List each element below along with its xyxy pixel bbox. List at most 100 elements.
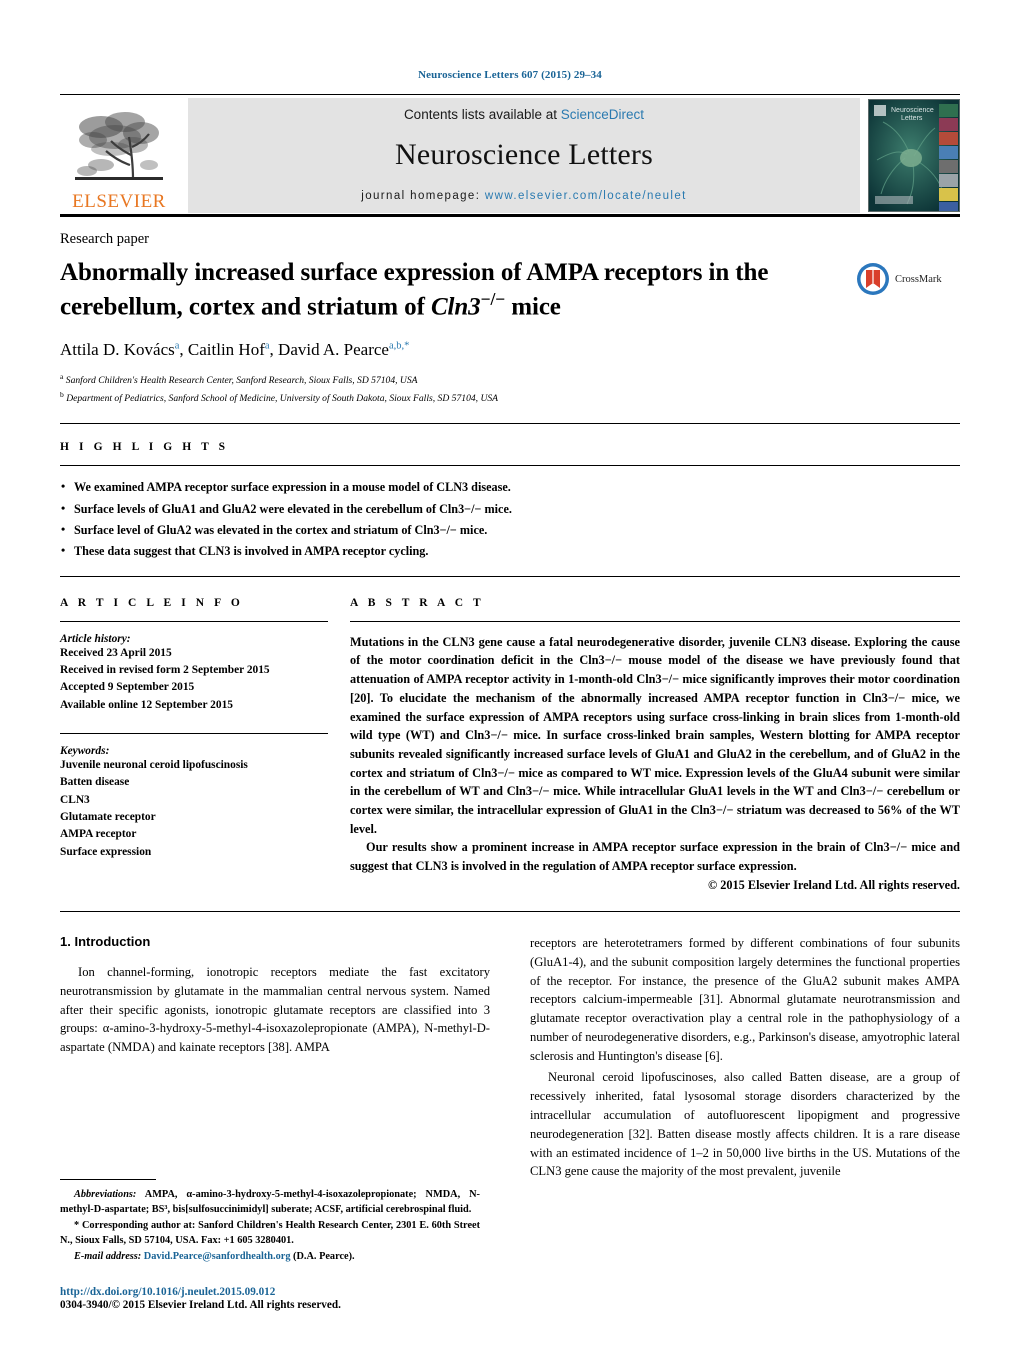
keywords-block: Keywords: Juvenile neuronal ceroid lipof…	[60, 733, 328, 861]
title-line-2-prefix: cerebellum, cortex and striatum of	[60, 292, 431, 320]
homepage-prefix: journal homepage:	[361, 190, 485, 202]
intro-paragraph-left: Ion channel-forming, ionotropic receptor…	[60, 964, 490, 1055]
affiliation-text-a: Sanford Children's Health Research Cente…	[65, 375, 418, 387]
copyright-line: © 2015 Elsevier Ireland Ltd. All rights …	[707, 877, 960, 892]
abbreviations-label: Abbreviations:	[74, 1188, 137, 1200]
email-link[interactable]: David.Pearce@sanfordhealth.org	[144, 1251, 291, 1262]
author-name-3: David A. Pearce	[278, 340, 389, 360]
article-first-page: Neuroscience Letters 607 (2015) 29–34 EL…	[0, 0, 1020, 1351]
contents-prefix: Contents lists available at	[403, 107, 561, 122]
elsevier-logo: ELSEVIER	[60, 98, 178, 213]
doi-issn-block: http://dx.doi.org/10.1016/j.neulet.2015.…	[60, 1286, 560, 1311]
keyword-item: Batten disease	[60, 776, 130, 789]
article-header-rule	[60, 423, 960, 425]
author-name-2: Caitlin Hof	[187, 340, 265, 360]
affiliation-text-b: Department of Pediatrics, Sanford School…	[66, 393, 499, 405]
email-suffix: (D.A. Pearce).	[293, 1250, 355, 1262]
title-row: Abnormally increased surface expression …	[60, 248, 960, 322]
journal-masthead: ELSEVIER Contents lists available at Sci…	[60, 98, 960, 213]
affiliation-marker-b: b	[60, 390, 64, 400]
page-title: Abnormally increased surface expression …	[60, 258, 840, 322]
keyword-item: AMPA receptor	[60, 828, 137, 841]
svg-text:Neuroscience: Neuroscience	[891, 107, 934, 114]
info-abstract-region: A R T I C L E I N F O Article history: R…	[60, 597, 960, 893]
history-item: Accepted 9 September 2015	[60, 681, 195, 694]
keywords-rule	[60, 733, 328, 735]
article-history-label: Article history:	[60, 632, 131, 645]
title-genotype-superscript: −/−	[480, 288, 506, 309]
section-heading-introduction: 1. Introduction	[60, 933, 151, 949]
list-item: We examined AMPA receptor surface expres…	[60, 476, 960, 498]
body-column-right: receptors are heterotetramers formed by …	[530, 934, 960, 1184]
abstract-paragraph-1: Mutations in the CLN3 gene cause a fatal…	[350, 634, 960, 836]
history-item: Received in revised form 2 September 201…	[60, 664, 270, 677]
list-item: These data suggest that CLN3 is involved…	[60, 540, 960, 562]
affiliation-marker-a: a	[60, 372, 64, 382]
keywords-label: Keywords:	[60, 745, 110, 758]
cover-artwork: Neuroscience Letters	[869, 100, 959, 211]
footnote-rule	[60, 1178, 156, 1180]
email-label: E-mail address:	[74, 1250, 142, 1262]
body-columns: 1. Introduction Ion channel-forming, ion…	[60, 934, 960, 1184]
keyword-item: Surface expression	[60, 845, 152, 858]
keyword-item: CLN3	[60, 793, 90, 806]
highlights-list: We examined AMPA receptor surface expres…	[60, 476, 960, 562]
author-name-1: Attila D. Kovács	[60, 340, 175, 360]
keyword-item: Glutamate receptor	[60, 811, 156, 824]
affiliation-list: a Sanford Children's Health Research Cen…	[60, 371, 960, 407]
sciencedirect-link[interactable]: ScienceDirect	[561, 107, 644, 122]
footnote-abbreviations: Abbreviations: AMPA, α-amino-3-hydroxy-5…	[60, 1187, 480, 1217]
footnote-block: Abbreviations: AMPA, α-amino-3-hydroxy-5…	[60, 1178, 480, 1265]
journal-homepage-line: journal homepage: www.elsevier.com/locat…	[361, 190, 686, 202]
abstract-bottom-rule	[60, 910, 960, 912]
homepage-url[interactable]: www.elsevier.com/locate/neulet	[485, 190, 687, 202]
intro-paragraph-right-2: Neuronal ceroid lipofuscinoses, also cal…	[530, 1069, 960, 1179]
history-item: Available online 12 September 2015	[60, 698, 233, 711]
corresponding-text: Corresponding author at: Sanford Childre…	[60, 1219, 481, 1246]
author-list: Attila D. Kovácsa, Caitlin Hofa, David A…	[60, 340, 960, 360]
doi-link[interactable]: http://dx.doi.org/10.1016/j.neulet.2015.…	[60, 1286, 560, 1298]
abstract-paragraph-2: Our results show a prominent increase in…	[350, 840, 960, 874]
intro-paragraph-right-1: receptors are heterotetramers formed by …	[530, 935, 960, 1064]
header-divider	[60, 94, 960, 95]
list-item: Surface level of GluA2 was elevated in t…	[60, 519, 960, 541]
article-info-label: A R T I C L E I N F O	[60, 596, 244, 609]
contents-line: Contents lists available at ScienceDirec…	[404, 107, 644, 122]
author-affil-marker-3: a,b,*	[388, 340, 410, 352]
footnote-corresponding-author: * Corresponding author at: Sanford Child…	[60, 1218, 480, 1248]
article-info-rule	[60, 620, 328, 622]
title-gene-name: Cln3	[430, 292, 481, 320]
affiliation-item: a Sanford Children's Health Research Cen…	[60, 371, 960, 389]
footnote-email: E-mail address: David.Pearce@sanfordheal…	[60, 1249, 480, 1264]
history-item: Received 23 April 2015	[60, 646, 172, 659]
article-info-column: A R T I C L E I N F O Article history: R…	[60, 597, 350, 893]
journal-cover-thumbnail: Neuroscience Letters	[868, 99, 960, 212]
abstract-label: A B S T R A C T	[350, 596, 485, 609]
author-sep-1: ,	[179, 340, 188, 360]
body-column-left: 1. Introduction Ion channel-forming, ion…	[60, 934, 490, 1184]
keyword-item: Juvenile neuronal ceroid lipofuscinosis	[60, 759, 248, 772]
title-line-1: Abnormally increased surface expression …	[60, 259, 769, 286]
journal-title: Neuroscience Letters	[394, 138, 654, 171]
masthead-bottom-rule	[60, 214, 960, 217]
corresponding-marker: *	[74, 1219, 80, 1231]
highlights-bottom-rule	[60, 575, 960, 577]
crossmark-badge[interactable]: CrossMark	[856, 248, 960, 296]
elsevier-tree-icon	[75, 112, 163, 180]
highlights-label: H I G H L I G H T S	[60, 441, 229, 454]
author-sep-2: ,	[269, 340, 279, 360]
elsevier-wordmark: ELSEVIER	[72, 191, 166, 212]
paper-type: Research paper	[60, 231, 149, 247]
issn-copyright-line: 0304-3940/© 2015 Elsevier Ireland Ltd. A…	[60, 1299, 341, 1311]
crossmark-icon	[857, 263, 889, 295]
svg-text:Letters: Letters	[901, 115, 923, 122]
journal-band: Contents lists available at ScienceDirec…	[188, 98, 860, 213]
running-head: Neuroscience Letters 607 (2015) 29–34	[418, 69, 602, 81]
abstract-rule	[350, 620, 960, 622]
title-line-2-suffix: mice	[505, 292, 561, 320]
crossmark-label: CrossMark	[895, 273, 942, 285]
affiliation-item: b Department of Pediatrics, Sanford Scho…	[60, 389, 960, 407]
highlights-top-rule	[60, 465, 960, 467]
abstract-column: A B S T R A C T Mutations in the CLN3 ge…	[350, 597, 960, 893]
list-item: Surface levels of GluA1 and GluA2 were e…	[60, 498, 960, 520]
